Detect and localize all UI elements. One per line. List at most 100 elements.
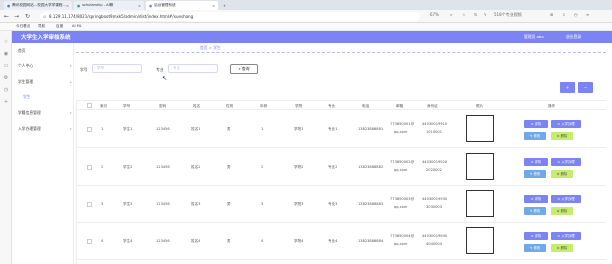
bookmark-item[interactable]: 百度 bbox=[56, 24, 63, 29]
cell-idcard: 44030019910 bbox=[422, 122, 448, 126]
button-label: 删除 bbox=[560, 246, 568, 250]
settings-icon[interactable]: ⚙ bbox=[3, 75, 9, 81]
col-header: 电话 bbox=[362, 104, 370, 108]
edit-button[interactable]: ✎ 修改 bbox=[524, 170, 546, 178]
cell-xuehao: 学生1 bbox=[123, 127, 133, 131]
clock-icon[interactable]: ◷ bbox=[3, 87, 9, 93]
cell-sex: 男 bbox=[227, 239, 231, 243]
browser-tab-2[interactable]: ● scholarship - AI聊 × bbox=[74, 1, 144, 10]
address-bar-row: ← → ↻ ⊘ 8.129.11.174/8021/springboot9mxk5… bbox=[0, 10, 612, 23]
bookmark-item[interactable]: 今日看点 bbox=[16, 24, 30, 29]
sidebar-item-student-mgmt[interactable]: 学生管理 bbox=[18, 79, 33, 85]
photo-thumbnail[interactable] bbox=[466, 190, 494, 217]
xuehao-input[interactable]: 学号 bbox=[92, 64, 142, 73]
delete-button[interactable]: ⊗ 删除 bbox=[551, 170, 573, 178]
enroll-button[interactable]: ⊙ 入学办理 bbox=[551, 195, 581, 203]
edit-button[interactable]: ✎ 修改 bbox=[524, 244, 546, 252]
browser-tab-1[interactable]: ● 腾讯校园网站…校园大学学课程… × bbox=[4, 1, 72, 10]
detail-button[interactable]: ⊙ 详情 bbox=[524, 120, 548, 128]
cell-idx: 2 bbox=[101, 165, 104, 169]
zoom-level[interactable]: 67% bbox=[430, 12, 439, 17]
detail-button[interactable]: ⊙ 详情 bbox=[524, 158, 548, 166]
query-button[interactable]: ⌕ 查询 bbox=[230, 64, 258, 74]
sidebar-item-xueji[interactable]: 学籍信息管理 bbox=[18, 110, 41, 116]
cell-pwd: 123456 bbox=[156, 127, 170, 131]
bookmark-item[interactable]: AI ML bbox=[72, 24, 82, 28]
delete-button[interactable]: ⊗ 删除 bbox=[551, 244, 573, 252]
delete-button[interactable]: ⊗ 删除 bbox=[551, 207, 573, 215]
search-icon[interactable]: ⌕ bbox=[450, 12, 452, 17]
enroll-button[interactable]: ⊙ 入学办理 bbox=[551, 232, 581, 240]
sidebar-item-student[interactable]: 学生 bbox=[23, 94, 31, 100]
close-icon[interactable]: × bbox=[212, 4, 215, 8]
menu-icon[interactable]: ≡ bbox=[586, 12, 589, 17]
sidebar-item-personal[interactable]: 个人中心 bbox=[18, 63, 33, 69]
query-label: 查询 bbox=[241, 66, 250, 71]
cell-idcard: 44030019920 bbox=[422, 160, 448, 164]
star-icon[interactable]: ☆ bbox=[3, 39, 9, 45]
row-checkbox[interactable] bbox=[87, 239, 92, 244]
add-icon[interactable]: + bbox=[3, 99, 9, 105]
admin-link[interactable]: 管理员 abo bbox=[524, 34, 544, 40]
add-button[interactable]: + bbox=[560, 82, 575, 93]
bookmark-item[interactable]: 导航 bbox=[38, 24, 45, 29]
table-row: 4 学生4 123456 姓名4 男 4 学院4 专业4 13823888884 77389000… bbox=[76, 223, 606, 260]
cell-pwd: 123456 bbox=[156, 165, 170, 169]
edit-button[interactable]: ✎ 修改 bbox=[524, 132, 546, 140]
cell-age: 3 bbox=[261, 202, 264, 206]
cell-email: qq.com bbox=[394, 205, 408, 209]
detail-button[interactable]: ⊙ 详情 bbox=[524, 195, 548, 203]
enroll-button[interactable]: ⊙ 入学办理 bbox=[551, 120, 581, 128]
extension-icon[interactable]: ⊞ bbox=[550, 12, 553, 17]
forward-icon[interactable]: → bbox=[14, 13, 19, 20]
user-icon[interactable]: ◉ bbox=[3, 51, 9, 57]
button-label: 修改 bbox=[533, 172, 541, 176]
star-icon[interactable]: ☆ bbox=[462, 12, 466, 17]
history-icon[interactable]: ◷ bbox=[574, 12, 578, 17]
button-label: 入学办理 bbox=[561, 197, 575, 201]
refresh-page-icon[interactable]: ↻ bbox=[474, 12, 477, 17]
chat-icon[interactable]: ▭ bbox=[3, 63, 9, 69]
sidebar-item-home[interactable]: 首页 bbox=[18, 48, 26, 54]
browser-side-panel: ☆ ◉ ▭ ⚙ ◷ + bbox=[0, 31, 12, 264]
photo-thumbnail[interactable] bbox=[466, 115, 494, 142]
sidebar: 首页 个人中心 ▾ 学生管理 ▴ 学生 学籍信息管理 ▾ 入学办理管理 ▾ bbox=[12, 43, 74, 264]
sidebar-item-enroll[interactable]: 入学办理管理 bbox=[18, 126, 41, 132]
video-promo[interactable]: 518个专业视频 bbox=[494, 12, 522, 18]
back-icon[interactable]: ← bbox=[4, 13, 9, 20]
row-checkbox[interactable] bbox=[87, 165, 92, 170]
close-icon[interactable]: × bbox=[66, 4, 69, 8]
photo-thumbnail[interactable] bbox=[466, 153, 494, 180]
cell-name: 姓名3 bbox=[191, 202, 201, 206]
app-title: 大学生入学审核系统 bbox=[21, 35, 71, 41]
logout-link[interactable]: 退出登录 bbox=[566, 34, 581, 40]
new-tab-icon[interactable]: + bbox=[220, 1, 230, 10]
cell-college: 学院2 bbox=[294, 165, 304, 169]
placeholder-text: 专业 bbox=[173, 66, 181, 70]
enroll-button[interactable]: ⊙ 入学办理 bbox=[551, 158, 581, 166]
major-input[interactable]: 专业 bbox=[168, 64, 218, 73]
url-field[interactable]: ⊘ 8.129.11.174/8021/springboot9mxk5/admin… bbox=[40, 12, 420, 21]
select-all-checkbox[interactable] bbox=[87, 103, 92, 108]
batch-delete-button[interactable]: − bbox=[578, 82, 593, 93]
cell-major: 专业1 bbox=[328, 127, 338, 131]
download-icon[interactable]: ⇩ bbox=[562, 12, 565, 17]
close-icon[interactable]: × bbox=[138, 4, 141, 8]
browser-tab-3[interactable]: ● 后台管理系统 × bbox=[146, 1, 218, 10]
cell-phone: 13823888884 bbox=[358, 239, 384, 243]
button-label: 详情 bbox=[534, 122, 542, 126]
lightning-icon[interactable]: ϟ bbox=[484, 12, 487, 17]
edit-button[interactable]: ✎ 修改 bbox=[524, 207, 546, 215]
page-icon: ● bbox=[149, 3, 153, 8]
button-label: 详情 bbox=[534, 160, 542, 164]
detail-button[interactable]: ⊙ 详情 bbox=[524, 232, 548, 240]
photo-thumbnail[interactable] bbox=[466, 227, 494, 254]
cell-phone: 13823888883 bbox=[358, 202, 384, 206]
row-checkbox[interactable] bbox=[87, 127, 92, 132]
breadcrumb: 首页 > 学生 bbox=[200, 45, 221, 50]
row-checkbox[interactable] bbox=[87, 202, 92, 207]
col-header: 索引 bbox=[100, 104, 108, 108]
delete-button[interactable]: ⊗ 删除 bbox=[551, 132, 573, 140]
refresh-icon[interactable]: ↻ bbox=[25, 13, 30, 20]
placeholder-text: 学号 bbox=[97, 66, 105, 70]
